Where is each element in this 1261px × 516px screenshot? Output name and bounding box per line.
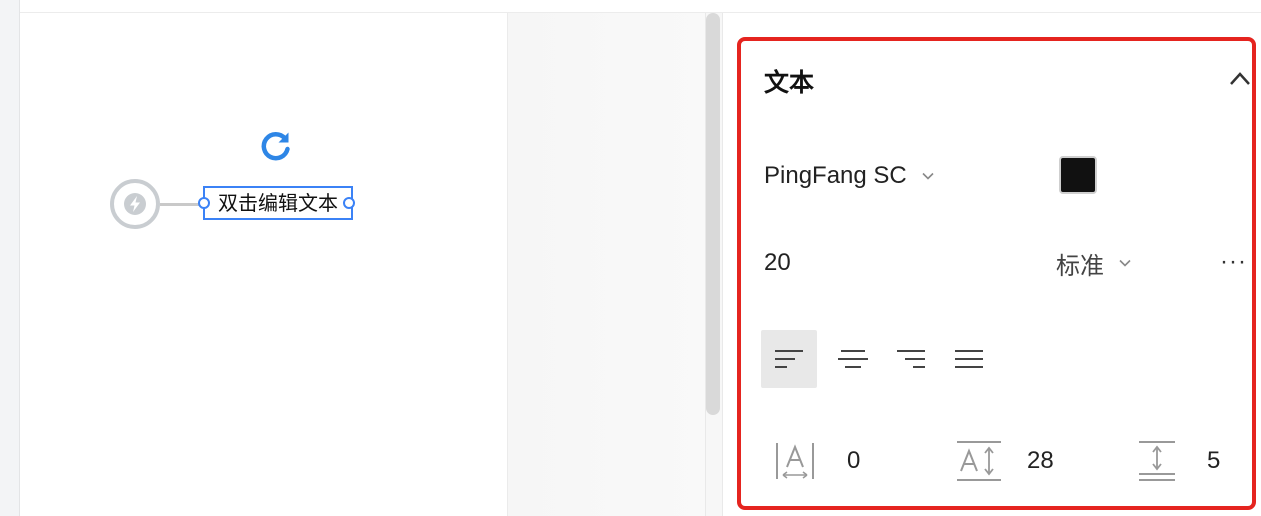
resize-handle-right[interactable]	[343, 197, 355, 209]
section-title: 文本	[764, 68, 815, 97]
scrollbar-thumb[interactable]	[706, 13, 720, 415]
align-center-button[interactable]	[825, 330, 881, 388]
chevron-down-icon	[1119, 259, 1131, 267]
paragraph-spacing-icon	[1139, 441, 1175, 481]
paragraph-spacing-value[interactable]: 5	[1207, 444, 1220, 478]
line-height-icon	[957, 441, 1001, 481]
resize-handle-left[interactable]	[198, 197, 210, 209]
chevron-down-icon	[922, 172, 934, 180]
font-family-select[interactable]: PingFang SC	[764, 159, 935, 193]
align-justify-icon	[955, 350, 983, 368]
refresh-icon[interactable]	[258, 128, 294, 164]
text-node[interactable]: 双击编辑文本	[203, 186, 353, 220]
align-justify-button[interactable]	[941, 330, 997, 388]
left-rail	[0, 0, 20, 516]
align-right-button[interactable]	[883, 330, 939, 388]
line-height-value[interactable]: 28	[1027, 444, 1054, 478]
align-right-icon	[897, 350, 925, 368]
align-left-icon	[775, 350, 803, 368]
letter-spacing-value[interactable]: 0	[847, 444, 860, 478]
more-options-icon[interactable]: ···	[1220, 247, 1260, 277]
letter-spacing-icon	[776, 443, 814, 479]
align-left-button[interactable]	[761, 330, 817, 388]
font-size-input[interactable]	[764, 246, 854, 280]
text-properties-section: 文本 PingFang SC 标准 ···	[737, 37, 1256, 510]
align-center-icon	[838, 350, 868, 368]
text-color-swatch[interactable]	[1059, 156, 1097, 194]
font-weight-value: 标准	[1056, 251, 1104, 280]
lightning-icon[interactable]	[108, 177, 162, 231]
font-family-value: PingFang SC	[764, 162, 907, 189]
chevron-up-icon[interactable]	[1228, 69, 1252, 89]
canvas-margin	[508, 13, 705, 516]
design-canvas[interactable]	[20, 13, 508, 516]
font-weight-select[interactable]: 标准	[1056, 246, 1132, 280]
